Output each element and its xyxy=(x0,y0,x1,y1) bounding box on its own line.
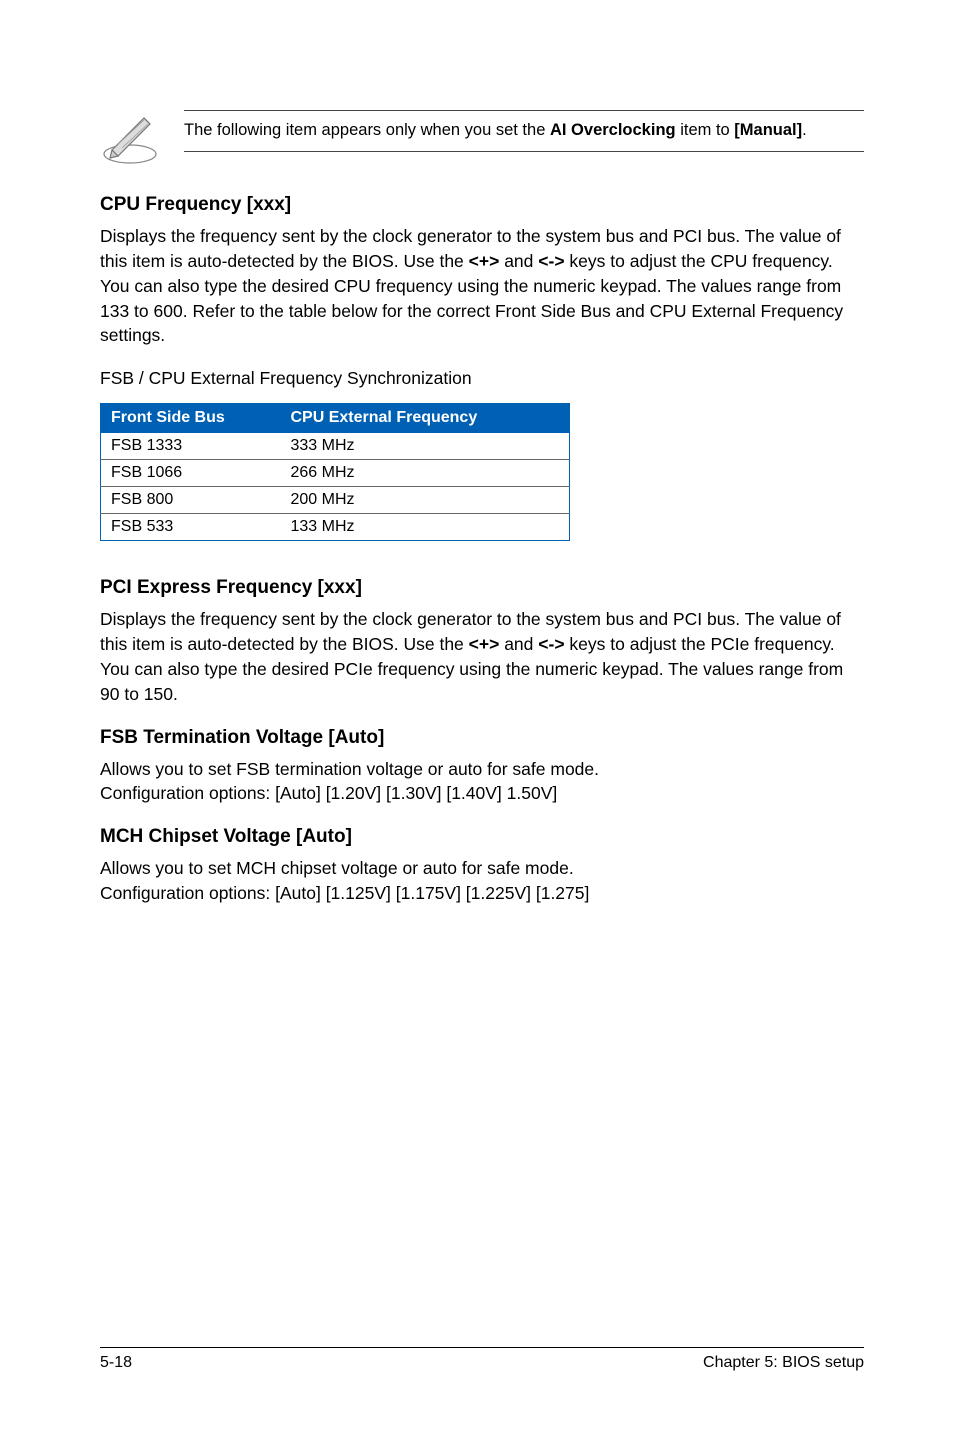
pcie-mid: and xyxy=(499,634,538,654)
heading-fsb-termination: FSB Termination Voltage [Auto] xyxy=(100,727,864,749)
paragraph-fsb-termination: Allows you to set FSB termination voltag… xyxy=(100,757,864,807)
table-cell: 200 MHz xyxy=(281,487,570,514)
heading-mch-chipset: MCH Chipset Voltage [Auto] xyxy=(100,826,864,848)
table-header-row: Front Side Bus CPU External Frequency xyxy=(101,404,570,433)
table-row: FSB 800 200 MHz xyxy=(101,487,570,514)
page-content: The following item appears only when you… xyxy=(0,0,954,906)
table-header-fsb: Front Side Bus xyxy=(101,404,281,433)
footer-page-number: 5-18 xyxy=(100,1354,132,1372)
note-suffix: . xyxy=(802,121,807,139)
note-text: The following item appears only when you… xyxy=(184,110,864,152)
paragraph-mch-chipset: Allows you to set MCH chipset voltage or… xyxy=(100,856,864,906)
paragraph-pci-express: Displays the frequency sent by the clock… xyxy=(100,607,864,706)
cpu-key-minus: <-> xyxy=(538,251,564,271)
pcie-key-plus: <+> xyxy=(469,634,500,654)
fsb-table: Front Side Bus CPU External Frequency FS… xyxy=(100,403,570,541)
table-cell: 266 MHz xyxy=(281,460,570,487)
heading-pci-express: PCI Express Frequency [xxx] xyxy=(100,577,864,599)
table-row: FSB 533 133 MHz xyxy=(101,514,570,541)
fsb-term-line2: Configuration options: [Auto] [1.20V] [1… xyxy=(100,783,557,803)
note-bold-2: [Manual] xyxy=(734,121,802,139)
table-cell: 333 MHz xyxy=(281,433,570,460)
heading-cpu-frequency: CPU Frequency [xxx] xyxy=(100,194,864,216)
note-prefix: The following item appears only when you… xyxy=(184,121,550,139)
note-mid: item to xyxy=(676,121,735,139)
mch-line1: Allows you to set MCH chipset voltage or… xyxy=(100,858,574,878)
table-cell: FSB 1066 xyxy=(101,460,281,487)
table-row: FSB 1333 333 MHz xyxy=(101,433,570,460)
table-row: FSB 1066 266 MHz xyxy=(101,460,570,487)
page-footer: 5-18 Chapter 5: BIOS setup xyxy=(100,1347,864,1372)
pcie-key-minus: <-> xyxy=(538,634,564,654)
cpu-key-plus: <+> xyxy=(469,251,500,271)
fsb-term-line1: Allows you to set FSB termination voltag… xyxy=(100,759,599,779)
table-caption: FSB / CPU External Frequency Synchroniza… xyxy=(100,368,864,389)
table-header-cpu-ext: CPU External Frequency xyxy=(281,404,570,433)
pen-note-icon xyxy=(100,110,160,166)
cpu-mid: and xyxy=(499,251,538,271)
footer-chapter: Chapter 5: BIOS setup xyxy=(703,1354,864,1372)
table-cell: FSB 1333 xyxy=(101,433,281,460)
table-cell: FSB 533 xyxy=(101,514,281,541)
note-box: The following item appears only when you… xyxy=(100,110,864,166)
table-cell: 133 MHz xyxy=(281,514,570,541)
note-bold-1: AI Overclocking xyxy=(550,121,676,139)
paragraph-cpu-frequency: Displays the frequency sent by the clock… xyxy=(100,224,864,348)
table-cell: FSB 800 xyxy=(101,487,281,514)
mch-line2: Configuration options: [Auto] [1.125V] [… xyxy=(100,883,589,903)
